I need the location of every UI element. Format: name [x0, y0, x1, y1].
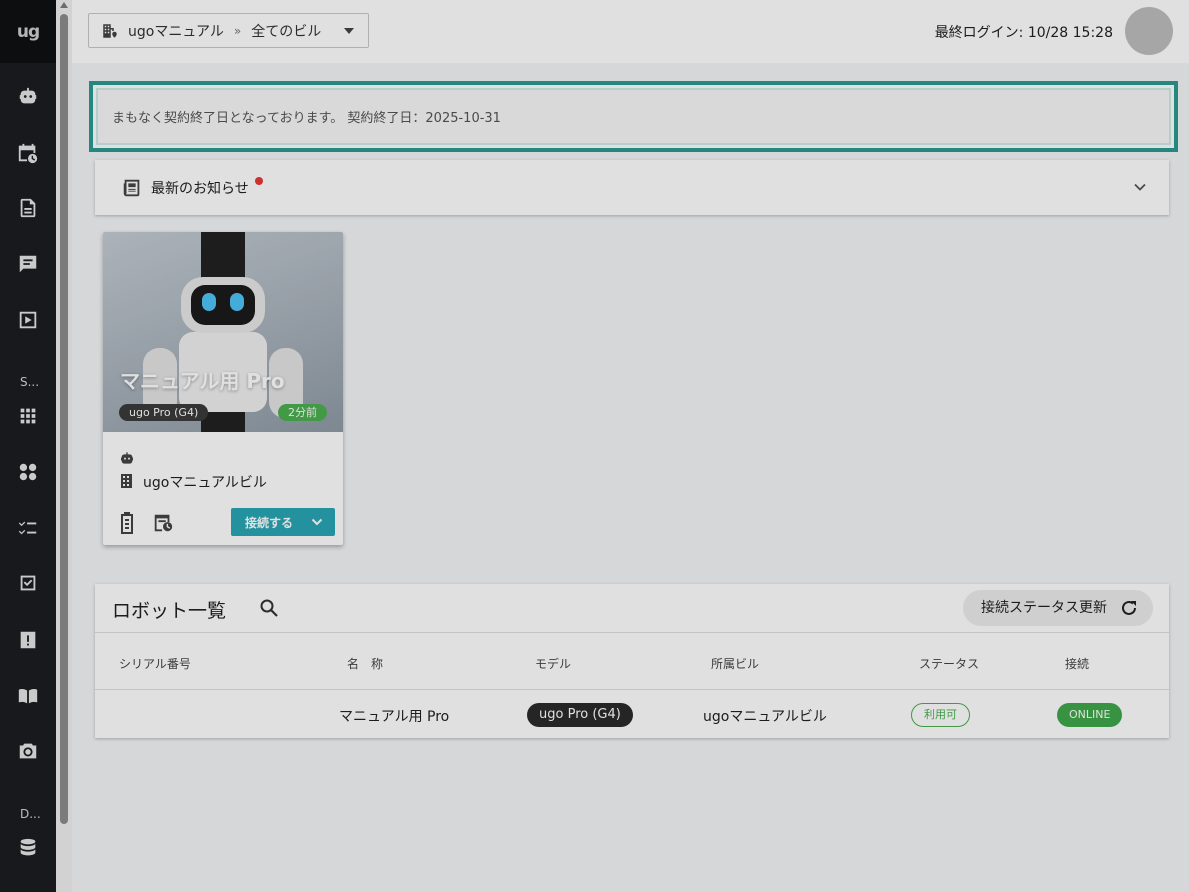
- table-row[interactable]: マニュアル用 Pro ugo Pro (G4) ugoマニュアルビル 利用可 O…: [95, 691, 1169, 738]
- task-done-icon[interactable]: [0, 563, 56, 603]
- connect-button-label: 接続する: [245, 515, 294, 530]
- col-model[interactable]: モデル: [535, 655, 571, 672]
- top-header: ugoマニュアル » 全てのビル 最終ログイン: 10/28 15:28: [72, 0, 1189, 63]
- robot-list-title: ロボット一覧: [112, 600, 227, 622]
- last-login: 最終ログイン: 10/28 15:28: [934, 25, 1113, 41]
- connect-button[interactable]: 接続する: [231, 508, 335, 536]
- col-status[interactable]: ステータス: [919, 655, 979, 672]
- org-name: ugoマニュアル: [128, 23, 224, 40]
- scroll-up-arrow[interactable]: [60, 2, 68, 8]
- grid-icon[interactable]: [0, 396, 56, 436]
- battery-icon[interactable]: [120, 512, 134, 534]
- robot-icon[interactable]: [0, 77, 56, 117]
- contract-banner: まもなく契約終了日となっております。 契約終了日：2025-10-31: [89, 81, 1178, 152]
- schedule-icon[interactable]: [0, 133, 56, 173]
- col-name[interactable]: 名 称: [347, 655, 383, 672]
- robot-photo: マニュアル用 Pro ugo Pro (G4) 2分前: [103, 232, 343, 432]
- building-icon: [121, 474, 132, 488]
- row-connection-badge: ONLINE: [1057, 703, 1123, 727]
- table-header: シリアル番号 名 称 モデル 所属ビル ステータス 接続: [95, 632, 1169, 690]
- avatar[interactable]: [1125, 7, 1173, 55]
- scrollbar-thumb[interactable]: [60, 14, 68, 824]
- contract-banner-text: まもなく契約終了日となっております。 契約終了日：2025-10-31: [96, 88, 1171, 145]
- robot-card-building: ugoマニュアルビル: [143, 475, 267, 491]
- manual-book-icon[interactable]: [0, 676, 56, 716]
- row-building: ugoマニュアルビル: [703, 709, 827, 725]
- col-serial[interactable]: シリアル番号: [119, 655, 191, 672]
- robot-icon: [121, 452, 133, 464]
- news-panel[interactable]: 最新のお知らせ: [95, 160, 1169, 215]
- database-icon[interactable]: [0, 828, 56, 868]
- refresh-status-label: 接続ステータス更新: [981, 600, 1107, 616]
- row-name: マニュアル用 Pro: [339, 709, 450, 725]
- refresh-status-button[interactable]: 接続ステータス更新: [963, 590, 1153, 626]
- row-model-pill: ugo Pro (G4): [527, 703, 633, 727]
- notification-dot: [255, 177, 263, 185]
- row-status-badge: 利用可: [911, 703, 970, 727]
- dropdown-caret-icon: [344, 28, 354, 34]
- schedule-history-icon[interactable]: [152, 512, 174, 534]
- robot-card-name: マニュアル用 Pro: [120, 369, 285, 393]
- sidebar-section-d: D...: [20, 807, 41, 821]
- col-connection[interactable]: 接続: [1065, 655, 1089, 672]
- building-selector[interactable]: ugoマニュアル » 全てのビル: [88, 13, 369, 48]
- robot-model-chip: ugo Pro (G4): [119, 404, 209, 421]
- chevron-down-icon: [311, 518, 323, 526]
- alert-icon[interactable]: [0, 620, 56, 660]
- robot-card[interactable]: マニュアル用 Pro ugo Pro (G4) 2分前 ugoマニュアルビル 接…: [103, 232, 343, 545]
- video-icon[interactable]: [0, 300, 56, 340]
- breadcrumb-separator: »: [233, 23, 242, 38]
- fan-icon[interactable]: [0, 452, 56, 492]
- refresh-icon: [1122, 600, 1136, 615]
- document-icon[interactable]: [0, 188, 56, 228]
- building-location-icon: [103, 23, 117, 38]
- checklist-icon[interactable]: [0, 508, 56, 548]
- search-icon[interactable]: [259, 598, 279, 618]
- chat-icon[interactable]: [0, 244, 56, 284]
- chevron-down-icon[interactable]: [1133, 180, 1147, 194]
- sidebar-section-s: S...: [20, 375, 40, 389]
- last-seen-chip: 2分前: [278, 404, 327, 421]
- camera-icon[interactable]: [0, 731, 56, 771]
- building-name: 全てのビル: [251, 23, 322, 40]
- newspaper-icon: [123, 179, 140, 196]
- sidebar: ug S... D...: [0, 0, 56, 892]
- robot-list-panel: ロボット一覧 接続ステータス更新 シリアル番号 名 称 モデル 所属ビル ステー…: [95, 584, 1169, 738]
- col-building[interactable]: 所属ビル: [711, 655, 759, 672]
- news-title: 最新のお知らせ: [151, 180, 249, 197]
- app-logo[interactable]: ug: [0, 0, 56, 63]
